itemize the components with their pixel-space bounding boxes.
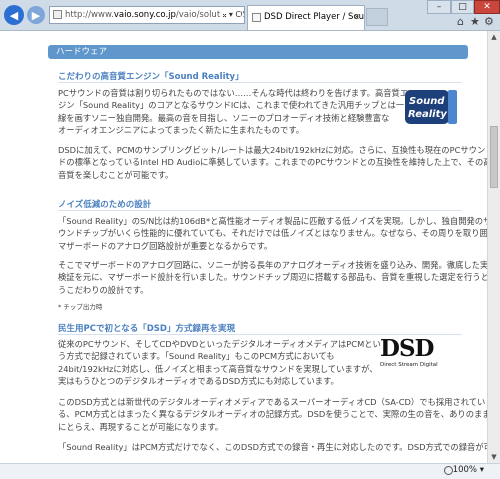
scrollbar-thumb[interactable] [490, 126, 498, 188]
paragraph-dsd-1: 従来のPCサウンド、そしてCDやDVDといったデジタルオーディオメディアはPCM… [58, 338, 381, 387]
paragraph-noise-2: そこでマザーボードのアナログ回路に、ソニーが誇る長年のアナログオーディオ技術を盛… [58, 259, 487, 296]
text-line: ウンドチップがいくら性能的に優れていても、それだけでは低ノイズとはなりません。な… [58, 228, 487, 239]
tab-dsd-direct-player[interactable]: DSD Direct Player / Sou... × [247, 5, 365, 30]
scroll-down-arrow-icon[interactable]: ▼ [488, 451, 500, 463]
tab-close-icon[interactable]: × [353, 6, 360, 28]
text-line: 「Sound Reality」はPCM方式だけでなく、このDSD方式での録音・再… [58, 442, 487, 452]
section-title: ハードウェア [56, 47, 108, 57]
logo-line-2: Reality [408, 109, 447, 120]
maximize-button[interactable]: □ [451, 0, 474, 14]
text-line: オーディオエンジニアによってまったく新たに生まれたものです。 [58, 124, 305, 135]
address-domain: vaio.sony.co.jp [113, 10, 176, 20]
text-line: ジン「Sound Reality」のコアとなるサウンドICは、これまで使われてき… [58, 100, 405, 111]
heading-noise-reduction: ノイズ低減のための設計 [58, 200, 152, 210]
text-line: このDSD方式とは新世代のデジタルオーディオメディアであるスーパーオーディオCD… [58, 397, 486, 407]
zoom-icon[interactable] [444, 466, 453, 475]
minimize-button[interactable]: – [427, 0, 451, 14]
paragraph-sound-reality-2: DSDに加えて、PCMのサンプリングビット/レートは最大24bit/192kHz… [58, 144, 487, 181]
text-line: PCサウンドの音質は割り切られたものではない……そんな時代は終わりを告げます。高… [58, 88, 417, 98]
browser-window: ◀ ▶ http://www.vaio.sony.co.jp/vaio/solu… [0, 0, 500, 479]
text-line: そこでマザーボードのアナログ回路に、ソニーが誇る長年のアナログオーディオ技術を盛… [58, 260, 487, 270]
text-line: る、PCM方式とはまったく異なるデジタルオーディオの記録方式。DSDを使うことで… [58, 409, 487, 420]
status-bar: 100% ▾ [0, 463, 500, 479]
tab-favicon-icon [252, 13, 261, 22]
new-tab-button[interactable] [366, 8, 388, 26]
zoom-value: 100% [452, 465, 478, 475]
heading-sound-reality: こだわりの高音質エンジン「Sound Reality」 [58, 72, 244, 82]
address-tools[interactable]: 𝄪 ▾ C [220, 7, 241, 23]
browser-toolbar: ◀ ▶ http://www.vaio.sony.co.jp/vaio/solu… [0, 0, 500, 31]
text-line: 検証を元に、マザーボード設計を行いました。サウンドチップ周辺に搭載する部品も、音… [58, 272, 487, 283]
dsd-logo-subtitle: Direct Stream Digital [380, 362, 438, 368]
dsd-logo-text: DSD [380, 335, 435, 362]
paragraph-dsd-2: このDSD方式とは新世代のデジタルオーディオメディアであるスーパーオーディオCD… [58, 396, 487, 433]
heading-dsd: 民生用PCで初となる「DSD」方式録再を実現 [58, 324, 235, 334]
address-bar[interactable]: http://www.vaio.sony.co.jp/vaio/solution… [49, 6, 245, 24]
site-favicon-icon [53, 10, 62, 19]
divider [58, 82, 462, 83]
text-line: 音質を楽しむことが可能です。 [58, 169, 174, 180]
text-line: う方式で記録されています。「Sound Reality」もこのPCM方式において… [58, 351, 335, 362]
settings-gear-icon[interactable]: ⚙ [484, 15, 494, 28]
text-line: 24bit/192kHzに対応し、低ノイズと相まって高音質なサウンドを実現してい… [58, 363, 378, 374]
section-bar-hardware: ハードウェア [48, 45, 468, 59]
text-line: 線を画すソニー独自開発。最高の音を目指し、ソニーのプロオーディオ技術と経験豊富な [58, 112, 390, 123]
favorites-star-icon[interactable]: ★ [470, 15, 480, 28]
text-line: DSDに加えて、PCMのサンプリングビット/レートは最大24bit/192kHz… [58, 145, 486, 155]
paragraph-noise-1: 「Sound Reality」のS/N比は約106dB*と高性能オーディオ製品に… [58, 215, 487, 252]
vertical-scrollbar[interactable]: ▲ ▼ [487, 31, 500, 463]
text-line: マザーボードのアナログ回路設計が重要となるからです。 [58, 240, 273, 251]
page-content: ハードウェア こだわりの高音質エンジン「Sound Reality」 PCサウン… [0, 31, 487, 463]
forward-button[interactable]: ▶ [27, 6, 45, 24]
paragraph-dsd-3: 「Sound Reality」はPCM方式だけでなく、このDSD方式での録音・再… [58, 441, 487, 453]
zoom-dropdown-icon[interactable]: ▾ [480, 465, 484, 475]
scroll-up-arrow-icon[interactable]: ▲ [488, 31, 500, 43]
divider [58, 210, 462, 211]
text-line: にとらえ、再現することが可能になります。 [58, 421, 224, 432]
text-line: ドの標準となっているIntel HD Audioに準拠しています。これまでのPC… [58, 157, 487, 168]
logo-line-1: Sound [409, 96, 445, 107]
sound-reality-logo: Sound Reality [405, 90, 457, 124]
close-window-button[interactable]: ✕ [474, 0, 500, 14]
tab-title: DSD Direct Player / Sou... [264, 12, 365, 22]
text-line: 「Sound Reality」のS/N比は約106dB*と高性能オーディオ製品に… [58, 216, 487, 226]
home-icon[interactable]: ⌂ [457, 15, 464, 28]
dsd-logo: DSD Direct Stream Digital [380, 337, 458, 377]
text-line: 従来のPCサウンド、そしてCDやDVDといったデジタルオーディオメディアはPCM… [58, 339, 381, 349]
zoom-level[interactable]: 100% ▾ [453, 465, 484, 475]
back-button[interactable]: ◀ [4, 5, 24, 25]
footnote-chip-output: * チップ出力時 [58, 303, 103, 311]
paragraph-sound-reality-1: PCサウンドの音質は割り切られたものではない……そんな時代は終わりを告げます。高… [58, 87, 416, 136]
text-line: うこだわりの設計です。 [58, 284, 149, 295]
text-line: 実はもうひとつのデジタルオーディオであるDSD方式にも対応しています。 [58, 375, 339, 386]
address-prefix: http://www. [65, 10, 114, 20]
